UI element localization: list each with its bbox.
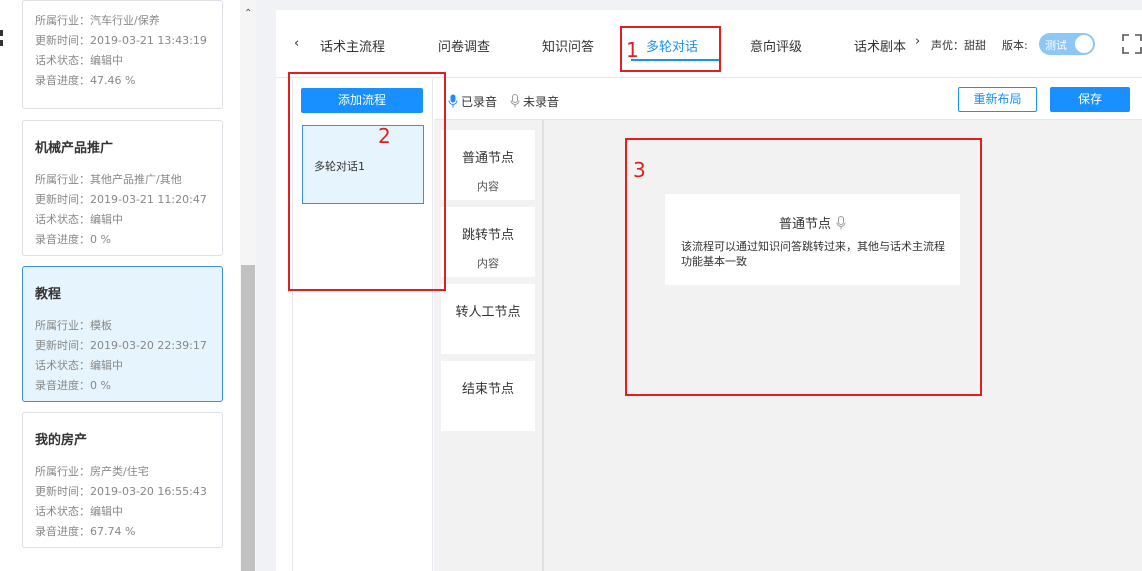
card-industry: 所属行业：房产类/住宅	[35, 465, 149, 478]
card-industry: 所属行业：模板	[35, 319, 112, 332]
voice-actor-label: 声优：甜甜	[931, 39, 986, 52]
tab-scroll-right-icon[interactable]: ›	[915, 34, 920, 49]
relayout-button[interactable]: 重新布局	[958, 87, 1037, 112]
card-industry: 所属行业：汽车行业/保养	[35, 14, 160, 27]
card-status: 话术状态：编辑中	[35, 54, 123, 67]
card-progress: 录音进度：0 %	[35, 379, 111, 392]
card-progress: 录音进度：0 %	[35, 233, 111, 246]
annotation-box-2	[288, 72, 446, 291]
annotation-number-2: 2	[378, 124, 391, 148]
annotation-number-3: 3	[633, 158, 646, 182]
script-card[interactable]: 所属行业：汽车行业/保养 更新时间：2019-03-21 13:43:19 话术…	[22, 0, 223, 109]
version-label: 版本:	[1002, 39, 1028, 52]
card-updated: 更新时间：2019-03-21 13:43:19	[35, 34, 207, 47]
script-card[interactable]: 机械产品推广 所属行业：其他产品推广/其他 更新时间：2019-03-21 11…	[22, 120, 223, 256]
card-updated: 更新时间：2019-03-20 22:39:17	[35, 339, 207, 352]
tab-script[interactable]: 话术剧本	[854, 36, 906, 55]
toggle-knob	[1075, 35, 1093, 53]
card-progress: 录音进度：47.46 %	[35, 74, 136, 87]
card-industry: 所属行业：其他产品推广/其他	[35, 173, 182, 186]
script-card[interactable]: 我的房产 所属行业：房产类/住宅 更新时间：2019-03-20 16:55:4…	[22, 412, 223, 548]
mic-filled-icon	[448, 94, 458, 108]
tab-knowledge-qa[interactable]: 知识问答	[542, 36, 594, 55]
tab-survey[interactable]: 问卷调查	[438, 36, 490, 55]
save-button[interactable]: 保存	[1050, 87, 1130, 112]
palette-node-title: 跳转节点	[461, 228, 514, 243]
fullscreen-icon[interactable]	[1122, 34, 1142, 54]
script-list-panel: 所属行业：汽车行业/保养 更新时间：2019-03-21 13:43:19 话术…	[0, 0, 256, 571]
palette-end-node[interactable]: 结束节点	[441, 361, 535, 431]
script-card-selected[interactable]: 教程 所属行业：模板 更新时间：2019-03-20 22:39:17 话术状态…	[22, 266, 223, 402]
app-window: 所属行业：汽车行业/保养 更新时间：2019-03-21 13:43:19 话术…	[0, 0, 1142, 571]
mic-outline-icon	[510, 94, 520, 108]
palette-transfer-agent-node[interactable]: 转人工节点	[441, 284, 535, 354]
card-title: 教程	[35, 287, 62, 302]
palette-node-sub: 内容	[477, 180, 499, 193]
palette-node-title: 结束节点	[461, 382, 514, 397]
palette-node-title: 转人工节点	[455, 305, 521, 320]
annotation-box-3	[625, 138, 982, 396]
collapse-handle[interactable]	[0, 30, 4, 50]
node-palette: 普通节点 内容 跳转节点 内容 转人工节点 结束节点	[434, 120, 543, 571]
palette-node-sub: 内容	[477, 257, 499, 270]
tab-main-flow[interactable]: 话术主流程	[320, 36, 385, 55]
card-title: 机械产品推广	[35, 141, 114, 156]
scroll-up-icon[interactable]: ⌃	[244, 8, 252, 19]
scrollbar-thumb[interactable]	[241, 265, 255, 571]
version-toggle[interactable]: 测试	[1039, 33, 1095, 55]
legend-recorded: 已录音	[448, 93, 497, 110]
palette-jump-node[interactable]: 跳转节点 内容	[441, 207, 535, 277]
card-status: 话术状态：编辑中	[35, 359, 123, 372]
editor-panel: ‹ 话术主流程 问卷调查 知识问答 多轮对话 意向评级 话术剧本 › 声优：甜甜…	[276, 10, 1142, 571]
card-updated: 更新时间：2019-03-20 16:55:43	[35, 485, 207, 498]
card-status: 话术状态：编辑中	[35, 505, 123, 518]
tab-scroll-left-icon[interactable]: ‹	[294, 36, 299, 51]
tab-intent-rating[interactable]: 意向评级	[750, 36, 802, 55]
card-updated: 更新时间：2019-03-21 11:20:47	[35, 193, 207, 206]
palette-node-title: 普通节点	[461, 151, 514, 166]
annotation-number-1: 1	[626, 38, 639, 62]
version-toggle-label: 测试	[1045, 39, 1067, 52]
legend-unrecorded: 未录音	[510, 93, 559, 110]
card-status: 话术状态：编辑中	[35, 213, 123, 226]
card-progress: 录音进度：67.74 %	[35, 525, 136, 538]
palette-normal-node[interactable]: 普通节点 内容	[441, 130, 535, 200]
card-title: 我的房产	[35, 433, 88, 448]
